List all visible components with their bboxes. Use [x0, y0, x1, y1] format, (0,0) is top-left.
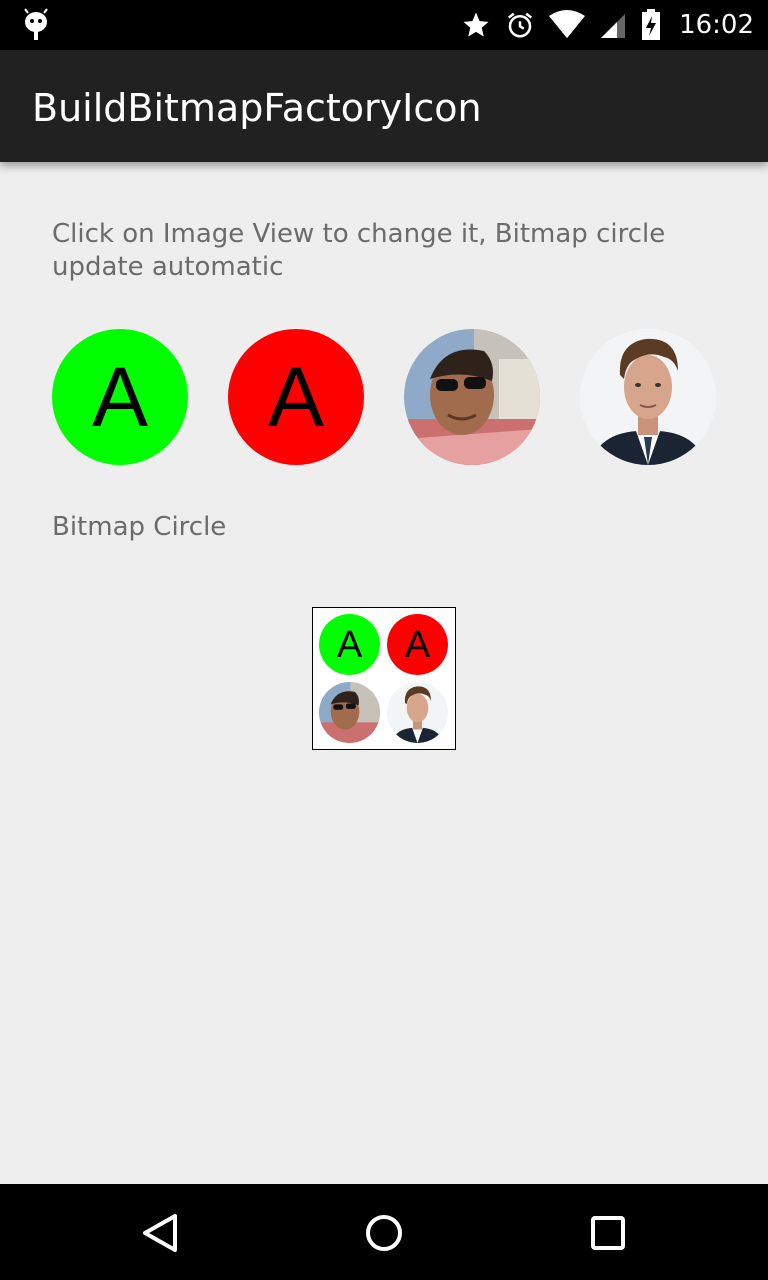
young-man-in-suit-photo [580, 329, 716, 465]
bitmap-tile-2: A [387, 614, 448, 675]
bitmap-circle-preview: A A [312, 607, 456, 750]
clock-time: 16:02 [679, 10, 754, 40]
image-view-2[interactable]: A [228, 329, 364, 465]
signal-icon [601, 14, 626, 38]
bitmap-tile-1: A [319, 614, 380, 675]
back-icon[interactable] [135, 1208, 185, 1258]
home-icon[interactable] [359, 1208, 409, 1258]
bitmap-circle-label: Bitmap Circle [52, 512, 227, 542]
bitmap-tile-2-letter: A [404, 623, 431, 666]
action-bar: BuildBitmapFactoryIcon [0, 50, 768, 162]
recents-icon[interactable] [583, 1208, 633, 1258]
image-view-4[interactable] [580, 329, 716, 465]
app-title: BuildBitmapFactoryIcon [32, 86, 482, 130]
bitmap-tile-4 [387, 682, 448, 743]
star-icon [463, 12, 489, 37]
man-with-sunglasses-thumbnail [319, 682, 380, 743]
battery-charging-icon [642, 9, 661, 40]
image-view-1[interactable]: A [52, 329, 188, 465]
status-bar: 16:02 [0, 0, 768, 50]
navigation-bar [0, 1184, 768, 1280]
man-with-sunglasses-photo [404, 329, 540, 465]
bitmap-tile-1-letter: A [336, 623, 363, 666]
image-view-2-letter: A [267, 350, 325, 444]
image-view-1-letter: A [91, 350, 149, 444]
young-man-in-suit-thumbnail [387, 682, 448, 743]
android-debug-icon [24, 8, 48, 40]
image-view-3[interactable] [404, 329, 540, 465]
bitmap-tile-3 [319, 682, 380, 743]
alarm-icon [508, 12, 533, 38]
wifi-icon [549, 10, 586, 38]
instructions-text: Click on Image View to change it, Bitmap… [52, 219, 666, 282]
